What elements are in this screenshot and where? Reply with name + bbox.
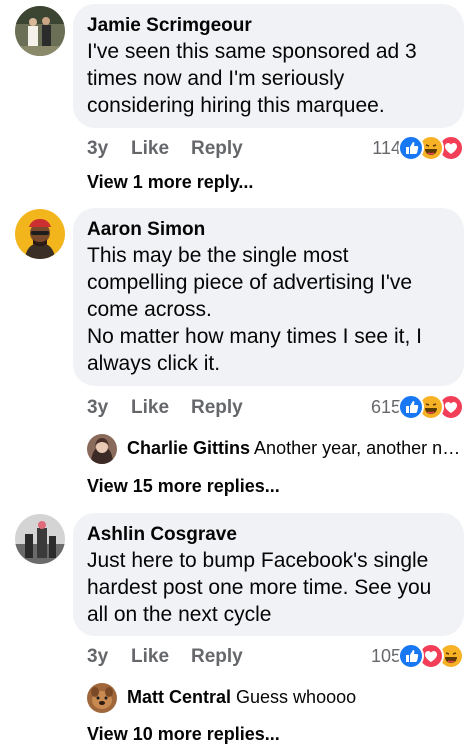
comment-text: I've seen this same sponsored ad 3 times… xyxy=(87,40,417,117)
reply-preview-text: Charlie Gittins Another year, another no… xyxy=(127,438,464,459)
like-icon xyxy=(398,643,424,669)
comment-text: This may be the single most compelling p… xyxy=(87,244,422,375)
view-more-replies[interactable]: View 1 more reply... xyxy=(87,172,253,193)
like-button[interactable]: Like xyxy=(131,397,169,419)
comment-bubble[interactable]: Ashlin Cosgrave Just here to bump Facebo… xyxy=(73,513,464,636)
comment-time[interactable]: 3y xyxy=(87,397,108,419)
like-button[interactable]: Like xyxy=(131,646,169,668)
reaction-summary[interactable]: 615 xyxy=(370,394,464,420)
avatar-aaron[interactable] xyxy=(15,209,65,259)
view-more-replies[interactable]: View 15 more replies... xyxy=(87,476,280,497)
reply-button[interactable]: Reply xyxy=(191,646,243,668)
avatar-ashlin[interactable] xyxy=(15,514,65,564)
avatar-charlie[interactable] xyxy=(87,434,117,464)
comment-author[interactable]: Aaron Simon xyxy=(87,218,450,242)
reply-button[interactable]: Reply xyxy=(191,397,243,419)
reaction-summary[interactable]: 105 xyxy=(370,643,464,669)
like-icon xyxy=(398,394,424,420)
reply-author[interactable]: Charlie Gittins xyxy=(127,438,250,458)
reply-snippet: Guess whoooo xyxy=(236,687,357,707)
reply-snippet: Another year, another no... xyxy=(254,438,464,458)
reaction-count: 105 xyxy=(370,645,401,666)
avatar-matt[interactable] xyxy=(87,683,117,713)
like-button[interactable]: Like xyxy=(131,138,169,160)
reply-author[interactable]: Matt Central xyxy=(127,687,231,707)
like-icon xyxy=(398,135,424,161)
comment-time[interactable]: 3y xyxy=(87,646,108,668)
reply-preview[interactable]: Charlie Gittins Another year, another no… xyxy=(87,434,464,466)
reply-preview[interactable]: Matt Central Guess whoooo xyxy=(87,683,464,715)
reaction-count: 114 xyxy=(372,137,401,158)
comment-author[interactable]: Ashlin Cosgrave xyxy=(87,523,450,547)
comment-author[interactable]: Jamie Scrimgeour xyxy=(87,14,450,38)
view-more-replies[interactable]: View 10 more replies... xyxy=(87,724,280,745)
comment-bubble[interactable]: Jamie Scrimgeour I've seen this same spo… xyxy=(73,4,464,128)
comment-bubble[interactable]: Aaron Simon This may be the single most … xyxy=(73,208,464,386)
reply-preview-text: Matt Central Guess whoooo xyxy=(127,687,464,708)
comment-text: Just here to bump Facebook's single hard… xyxy=(87,549,432,626)
reply-button[interactable]: Reply xyxy=(191,138,243,160)
reaction-count: 615 xyxy=(370,396,401,417)
comment-time[interactable]: 3y xyxy=(87,138,108,160)
reaction-summary[interactable]: 114 xyxy=(372,135,464,161)
avatar-jamie[interactable] xyxy=(15,6,65,56)
